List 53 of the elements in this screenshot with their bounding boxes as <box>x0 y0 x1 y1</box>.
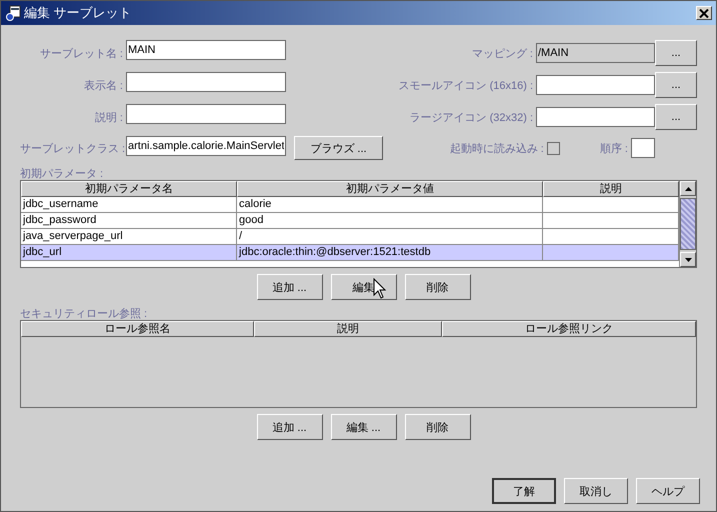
scroll-up-button[interactable] <box>680 181 696 196</box>
table-cell: jdbc:oracle:thin:@dbserver:1521:testdb <box>237 245 543 261</box>
table-cell: jdbc_password <box>21 213 238 229</box>
text-field[interactable] <box>126 104 286 124</box>
field-label: 順序 : <box>600 142 629 156</box>
window-title: 編集 サーブレット <box>24 4 132 22</box>
field-label: 表示名 : <box>82 78 124 92</box>
table-cell: jdbc_url <box>21 245 238 261</box>
field-label: サーブレット名 : <box>38 46 124 60</box>
field-label: 起動時に読み込み : <box>450 142 545 156</box>
window-icon <box>5 5 21 21</box>
down-arrow-icon <box>684 258 692 262</box>
action-button[interactable]: 追加 ... <box>256 414 322 440</box>
up-arrow-icon <box>684 186 692 190</box>
mouse-cursor-icon <box>373 278 387 300</box>
browse-button[interactable]: ブラウズ ... <box>294 136 383 160</box>
scroll-thumb[interactable] <box>680 198 696 250</box>
field-label: スモールアイコン (16x16) : <box>398 78 534 92</box>
column-header[interactable]: 初期パラメータ値 <box>237 181 543 197</box>
scrollbar[interactable] <box>679 181 696 267</box>
text-field[interactable]: MAIN <box>126 40 286 60</box>
action-button[interactable]: 削除 <box>404 274 470 300</box>
action-button[interactable]: 編集 ... <box>330 414 396 440</box>
section-label: 初期パラメータ : <box>20 166 104 180</box>
column-header[interactable]: 説明 <box>254 321 442 337</box>
column-header[interactable]: ロール参照名 <box>21 321 254 337</box>
field-label: ラージアイコン (32x32) : <box>410 110 534 124</box>
browse-button[interactable]: ... <box>655 72 697 98</box>
scroll-down-button[interactable] <box>680 252 696 267</box>
text-field[interactable] <box>536 107 655 127</box>
table-cell: jdbc_username <box>21 197 238 213</box>
table-cell: good <box>237 213 543 229</box>
field-label: サーブレットクラス : <box>20 142 126 156</box>
text-field[interactable] <box>126 72 286 92</box>
section-label: セキュリティロール参照 : <box>20 307 148 320</box>
text-field[interactable]: artni.sample.calorie.MainServlet <box>126 136 286 156</box>
action-button[interactable]: 追加 ... <box>256 274 322 300</box>
field-label: 説明 : <box>94 110 124 124</box>
column-header[interactable]: 説明 <box>542 181 679 197</box>
dialog-button[interactable]: ヘルプ <box>636 478 700 504</box>
checkbox[interactable] <box>546 142 560 154</box>
dialog-button[interactable]: 了解 <box>492 478 556 504</box>
table-cell: calorie <box>237 197 543 213</box>
column-header[interactable]: 初期パラメータ名 <box>21 181 238 197</box>
close-button[interactable] <box>696 6 712 20</box>
field-label: マッピング : <box>472 46 534 60</box>
browse-button[interactable]: ... <box>655 104 697 130</box>
action-button[interactable]: 編集 <box>330 274 396 300</box>
dialog-button[interactable]: 取消し <box>564 478 628 504</box>
column-header[interactable]: ロール参照リンク <box>442 321 696 337</box>
text-field[interactable] <box>631 138 655 158</box>
action-button[interactable]: 削除 <box>404 414 470 440</box>
text-field[interactable] <box>536 75 655 95</box>
